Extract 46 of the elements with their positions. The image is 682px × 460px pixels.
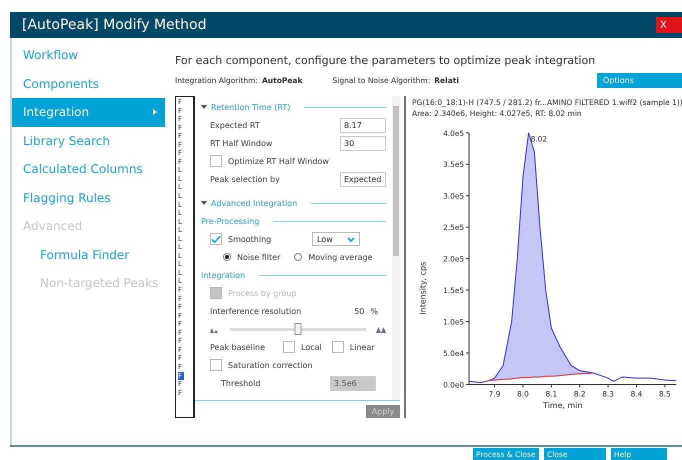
dropdown-field[interactable]: Expected: [340, 172, 386, 186]
subsection-title: Pre-Processing: [201, 216, 260, 226]
radio-button[interactable]: [223, 253, 231, 261]
scrollbar[interactable]: [392, 96, 400, 400]
field-label: Expected RT: [210, 120, 260, 130]
expand-icon[interactable]: [201, 201, 207, 205]
field-label: Peak baseline: [210, 342, 266, 352]
window-close-button[interactable]: X: [656, 17, 682, 33]
input-field[interactable]: 8.17: [340, 118, 386, 132]
checkbox-label: Smoothing: [228, 234, 272, 244]
subsection-title: Integration: [201, 270, 246, 280]
checkbox[interactable]: [283, 341, 296, 353]
arrow-icon: [153, 109, 157, 116]
slider-reading: 50: [354, 306, 364, 316]
checkbox-label: Optimize RT Half Window: [228, 156, 329, 166]
dropdown[interactable]: Low: [312, 232, 360, 246]
nav-item: Non-targeted Peaks: [39, 275, 160, 292]
field-label: Threshold: [221, 378, 260, 388]
checkbox-label: Saturation correction: [228, 360, 312, 370]
checkbox[interactable]: [210, 155, 222, 167]
checkbox-label: Local: [301, 342, 322, 352]
expand-icon[interactable]: [201, 105, 207, 109]
window-title: [AutoPeak] Modify Method: [22, 17, 206, 33]
checkbox[interactable]: [210, 233, 222, 245]
field-label: Peak selection by: [210, 174, 280, 184]
slider-thumb[interactable]: [294, 322, 302, 334]
y-axis-title: Intensity, cps: [418, 262, 428, 315]
peak-icon: [376, 326, 386, 332]
checkbox-label: Linear: [350, 342, 375, 352]
instruction-text: For each component, configure the parameters to optimize peak integration: [175, 54, 596, 67]
radio-label: Noise filter: [237, 252, 280, 262]
checkbox[interactable]: [332, 341, 344, 353]
radio-button[interactable]: [294, 253, 302, 261]
peak-icon: [210, 326, 220, 332]
nav-item: Advanced: [22, 218, 84, 236]
field-label: Interference resolution: [210, 306, 302, 316]
input-field[interactable]: 30: [340, 136, 386, 150]
x-axis-title: Time, min: [543, 401, 582, 410]
chevron-icon: [347, 236, 355, 242]
section-title: Advanced Integration: [211, 198, 298, 208]
checkbox-label: Process by group: [228, 288, 296, 298]
unit-label: %: [370, 306, 378, 316]
field-label: RT Half Window: [210, 138, 272, 148]
radio-label: Moving average: [308, 252, 373, 262]
checkbox[interactable]: [210, 359, 222, 371]
section-title: Retention Time (RT): [211, 102, 290, 112]
